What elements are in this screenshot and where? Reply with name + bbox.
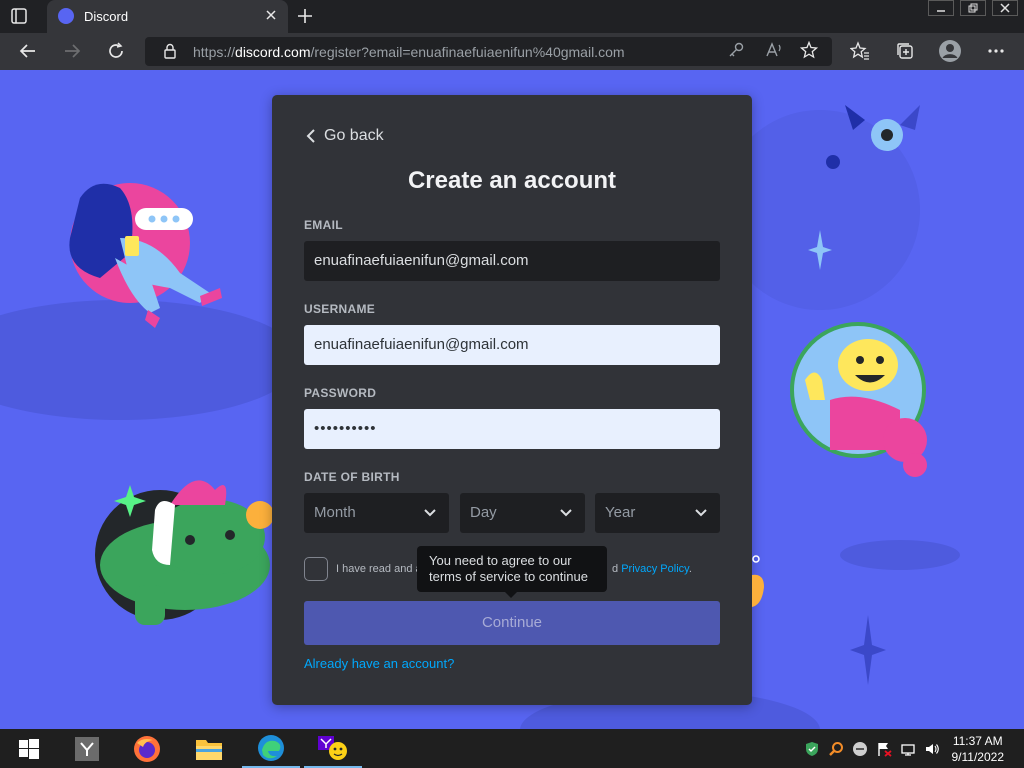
profile-avatar-icon[interactable] — [938, 39, 962, 63]
date-of-birth-label: DATE OF BIRTH — [304, 470, 400, 484]
network-icon[interactable] — [900, 741, 916, 757]
discord-register-page: Go back Create an account EMAIL enuafina… — [0, 70, 1024, 729]
chevron-down-icon — [695, 509, 707, 517]
tos-text: I have read and a — [336, 563, 422, 575]
yahoo-messenger-icon — [318, 735, 347, 760]
back-arrow-icon[interactable] — [18, 41, 38, 61]
refresh-icon[interactable] — [106, 41, 126, 61]
chevron-down-icon — [560, 509, 572, 517]
yellow-creature-illustration — [790, 322, 927, 477]
browser-tab-bar: Discord — [0, 0, 1024, 33]
continue-button[interactable]: Continue — [304, 601, 720, 645]
new-tab-icon[interactable] — [296, 7, 314, 25]
email-label: EMAIL — [304, 218, 343, 232]
lock-icon[interactable] — [163, 43, 177, 59]
url-path: /register?email=enuafinaefuiaenifun%40gm… — [310, 44, 625, 60]
windows-logo-icon — [19, 738, 39, 759]
background-cloud — [840, 540, 960, 570]
more-options-icon[interactable] — [986, 41, 1006, 61]
search-icon[interactable] — [828, 741, 844, 757]
person-with-phone-illustration — [69, 183, 222, 328]
chevron-left-icon — [306, 129, 315, 143]
day-placeholder: Day — [470, 504, 497, 521]
day-select[interactable]: Day — [460, 493, 585, 533]
taskbar-app-file-explorer[interactable] — [180, 729, 238, 768]
url-text[interactable]: https://discord.com/register?email=enuaf… — [193, 44, 625, 60]
firefox-icon — [134, 735, 160, 762]
tos-suffix: d — [612, 563, 619, 575]
password-label: PASSWORD — [304, 386, 377, 400]
system-clock[interactable]: 11:37 AM 9/11/2022 — [952, 733, 1005, 765]
lantern-illustration — [752, 555, 764, 607]
read-aloud-icon[interactable] — [765, 41, 785, 61]
url-scheme: https:// — [193, 44, 236, 60]
volume-icon[interactable] — [924, 741, 940, 757]
address-bar[interactable]: https://discord.com/register?email=enuaf… — [145, 37, 832, 66]
page-title: Create an account — [407, 167, 617, 194]
tos-checkbox[interactable] — [304, 557, 328, 581]
bat-creature-illustration — [826, 105, 920, 169]
register-card: Go back Create an account EMAIL enuafina… — [272, 95, 752, 705]
window-controls — [922, 0, 1018, 18]
taskbar-app-yahoo-messenger[interactable] — [304, 729, 362, 768]
go-back-label: Go back — [324, 127, 384, 144]
tos-link-row: d Privacy Policy. — [612, 563, 692, 575]
close-tab-icon[interactable] — [264, 8, 278, 22]
browser-toolbar: https://discord.com/register?email=enuaf… — [0, 33, 1024, 70]
restore-icon[interactable] — [960, 0, 986, 16]
clock-time: 11:37 AM — [952, 734, 1003, 748]
windows-taskbar: 11:37 AM 9/11/2022 — [0, 729, 1024, 768]
taskbar-app-firefox[interactable] — [118, 729, 176, 768]
discord-favicon-icon — [58, 8, 74, 24]
month-placeholder: Month — [314, 504, 356, 521]
tab-title: Discord — [84, 9, 129, 24]
browser-tab-discord[interactable]: Discord — [47, 0, 288, 33]
edge-icon — [258, 734, 284, 761]
forward-arrow-icon[interactable] — [62, 41, 82, 61]
minimize-icon[interactable] — [928, 0, 954, 16]
username-field[interactable]: enuafinaefuiaenifun@gmail.com — [304, 325, 720, 365]
tos-tooltip: You need to agree to our terms of servic… — [417, 546, 607, 598]
clock-date: 9/11/2022 — [951, 750, 1005, 764]
green-creature-illustration — [95, 480, 274, 625]
add-favorite-icon[interactable] — [799, 40, 820, 61]
login-link[interactable]: Already have an account? — [304, 656, 454, 671]
tos-end: . — [688, 563, 692, 575]
favorites-icon[interactable] — [849, 41, 870, 61]
minus-circle-icon[interactable] — [852, 741, 868, 757]
privacy-policy-link[interactable]: Privacy Policy — [621, 563, 689, 575]
shield-icon[interactable] — [804, 741, 820, 757]
windows-start-button[interactable] — [0, 729, 58, 768]
close-window-icon[interactable] — [992, 0, 1018, 16]
collections-icon[interactable] — [895, 41, 915, 61]
key-icon[interactable] — [727, 41, 747, 61]
month-select[interactable]: Month — [304, 493, 449, 533]
email-field[interactable]: enuafinaefuiaenifun@gmail.com — [304, 241, 720, 281]
chevron-down-icon — [424, 509, 436, 517]
folder-icon — [196, 739, 222, 760]
year-placeholder: Year — [605, 504, 636, 521]
sparkle-icon — [808, 230, 832, 270]
yahoo-y-icon — [75, 736, 99, 761]
flag-icon[interactable] — [876, 741, 892, 757]
go-back-link[interactable]: Go back — [306, 127, 384, 145]
taskbar-app-yahoo[interactable] — [58, 729, 116, 768]
tab-actions-icon[interactable] — [10, 7, 38, 27]
url-host: discord.com — [235, 44, 311, 60]
sparkle-icon — [850, 615, 886, 685]
password-field[interactable]: •••••••••• — [304, 409, 720, 449]
year-select[interactable]: Year — [595, 493, 720, 533]
username-label: USERNAME — [304, 302, 376, 316]
taskbar-app-edge[interactable] — [242, 729, 300, 768]
